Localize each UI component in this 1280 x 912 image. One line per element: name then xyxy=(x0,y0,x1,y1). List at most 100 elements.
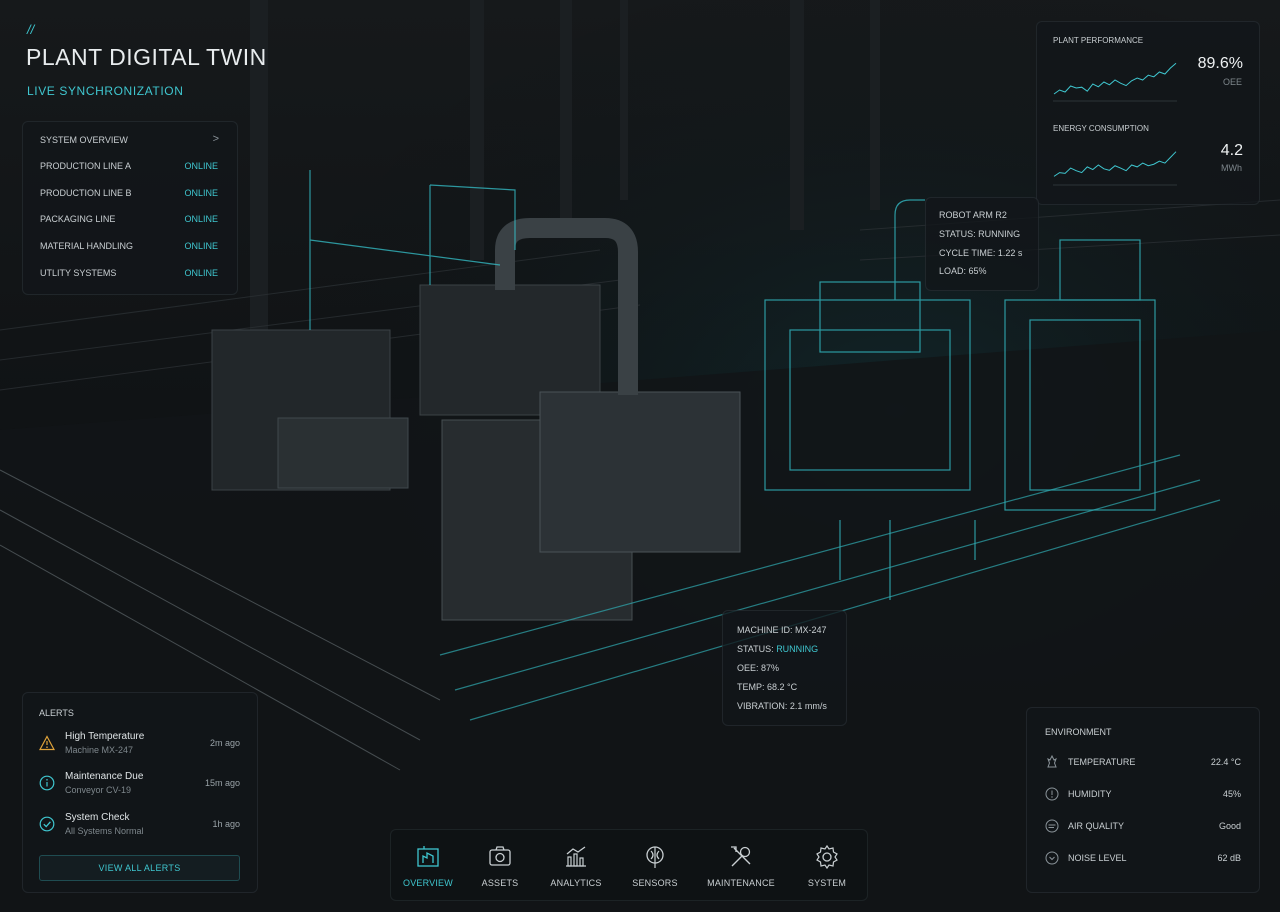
system-item-status: ONLINE xyxy=(184,241,218,251)
system-overview-title: SYSTEM OVERVIEW xyxy=(40,135,128,145)
environment-humidity: HUMIDITY 45% xyxy=(1045,787,1241,803)
alert-time: 15m ago xyxy=(204,778,240,788)
environment-title: ENVIRONMENT xyxy=(1045,727,1112,737)
nav-label: SENSORS xyxy=(632,878,678,888)
sparkline-series xyxy=(1053,62,1177,95)
noise-icon xyxy=(1045,851,1059,865)
system-overview-panel: SYSTEM OVERVIEW > PRODUCTION LINE A ONLI… xyxy=(22,121,238,295)
view-all-alerts-button[interactable]: VIEW ALL ALERTS xyxy=(39,855,240,881)
system-item-production-line-b[interactable]: PRODUCTION LINE B ONLINE xyxy=(40,188,218,198)
alerts-panel: ALERTS High Temperature Machine MX-247 2… xyxy=(22,692,258,893)
machine-status: STATUS: RUNNING xyxy=(737,644,818,654)
alert-item[interactable]: Maintenance Due Conveyor CV-19 15m ago xyxy=(39,771,240,803)
nav-label: MAINTENANCE xyxy=(707,878,775,888)
environment-label: TEMPERATURE xyxy=(1068,757,1136,767)
alert-time: 2m ago xyxy=(209,738,240,748)
nav-label: OVERVIEW xyxy=(403,878,453,888)
environment-value: 45% xyxy=(1222,789,1241,799)
environment-value: Good xyxy=(1218,821,1241,831)
gear-icon xyxy=(816,844,838,870)
system-item-label: MATERIAL HANDLING xyxy=(40,241,134,251)
header-slash: // xyxy=(27,22,35,37)
system-item-label: PRODUCTION LINE A xyxy=(40,161,132,171)
nav-label: ANALYTICS xyxy=(550,878,602,888)
plant-performance-label: PLANT PERFORMANCE xyxy=(1053,36,1144,45)
plant-performance-value: 89.6% xyxy=(1197,55,1243,72)
energy-consumption-unit: MWh xyxy=(1221,163,1242,173)
system-item-packaging-line[interactable]: PACKAGING LINE ONLINE xyxy=(40,214,218,224)
robot-arm-status: STATUS: RUNNING xyxy=(939,229,1021,239)
system-item-material-handling[interactable]: MATERIAL HANDLING ONLINE xyxy=(40,241,218,251)
environment-air-quality: AIR QUALITY Good xyxy=(1045,819,1241,835)
plant-performance-sparkline xyxy=(1053,62,1177,102)
environment-value: 22.4 °C xyxy=(1210,757,1241,767)
environment-value: 62 dB xyxy=(1217,853,1241,863)
plant-performance-panel: PLANT PERFORMANCE 89.6% OEE ENERGY CONSU… xyxy=(1036,21,1260,205)
nav-label: SYSTEM xyxy=(807,878,847,888)
alert-title: High Temperature xyxy=(65,731,145,742)
bottom-navigation: OVERVIEW ASSETS ANALYTICS SENSORS MAINTE… xyxy=(390,829,868,901)
thermometer-icon xyxy=(1047,755,1057,768)
energy-consumption-sparkline xyxy=(1053,151,1177,186)
check-circle-icon xyxy=(39,816,55,832)
humidity-icon xyxy=(1045,787,1059,801)
nav-maintenance[interactable]: MAINTENANCE xyxy=(704,844,778,894)
alerts-title: ALERTS xyxy=(39,708,74,718)
chevron-right-icon[interactable]: > xyxy=(213,133,219,145)
robot-arm-load: LOAD: 65% xyxy=(939,266,987,276)
info-icon xyxy=(39,775,55,791)
alert-title: Maintenance Due xyxy=(65,771,144,782)
energy-consumption-value: 4.2 xyxy=(1220,142,1243,159)
environment-temperature: TEMPERATURE 22.4 °C xyxy=(1045,755,1241,771)
nav-system[interactable]: SYSTEM xyxy=(790,844,864,894)
environment-noise-level: NOISE LEVEL 62 dB xyxy=(1045,851,1241,867)
alert-subtitle: Machine MX-247 xyxy=(65,745,134,755)
machine-temp: TEMP: 68.2 °C xyxy=(737,682,798,692)
analytics-icon xyxy=(566,846,586,867)
plant-performance-unit: OEE xyxy=(1222,77,1242,87)
alert-subtitle: All Systems Normal xyxy=(65,826,144,836)
sensor-icon xyxy=(646,846,664,868)
nav-overview[interactable]: OVERVIEW xyxy=(391,844,465,894)
warning-icon xyxy=(39,735,55,751)
air-quality-icon xyxy=(1045,819,1059,833)
system-item-utility-systems[interactable]: UTLITY SYSTEMS ONLINE xyxy=(40,268,218,278)
system-item-production-line-a[interactable]: PRODUCTION LINE A ONLINE xyxy=(40,161,218,171)
system-item-status: ONLINE xyxy=(184,188,218,198)
alert-time: 1h ago xyxy=(212,819,240,829)
machine-status-label: STATUS: xyxy=(737,644,774,654)
alert-subtitle: Conveyor CV-19 xyxy=(65,785,132,795)
nav-sensors[interactable]: SENSORS xyxy=(618,844,692,894)
nav-analytics[interactable]: ANALYTICS xyxy=(539,844,613,894)
environment-label: AIR QUALITY xyxy=(1068,821,1125,831)
sparkline-series xyxy=(1053,151,1177,177)
robot-arm-title: ROBOT ARM R2 xyxy=(939,210,1007,220)
robot-arm-cycle-time: CYCLE TIME: 1.22 s xyxy=(939,248,1023,258)
energy-consumption-label: ENERGY CONSUMPTION xyxy=(1053,124,1149,133)
nav-label: ASSETS xyxy=(481,878,519,888)
alert-title: System Check xyxy=(65,812,130,823)
system-item-status: ONLINE xyxy=(184,268,218,278)
factory-icon xyxy=(417,846,439,867)
machine-oee: OEE: 87% xyxy=(737,663,780,673)
environment-label: NOISE LEVEL xyxy=(1068,853,1127,863)
page-title: PLANT DIGITAL TWIN xyxy=(26,44,267,70)
system-item-status: ONLINE xyxy=(184,161,218,171)
wrench-icon xyxy=(731,846,751,867)
machine-callout[interactable]: MACHINE ID: MX-247 STATUS: RUNNING OEE: … xyxy=(722,610,847,726)
assets-icon xyxy=(489,846,511,866)
page-subtitle: LIVE SYNCHRONIZATION xyxy=(27,84,184,98)
system-item-label: PRODUCTION LINE B xyxy=(40,188,132,198)
environment-panel: ENVIRONMENT TEMPERATURE 22.4 °C HUMIDITY… xyxy=(1026,707,1260,893)
system-item-label: PACKAGING LINE xyxy=(40,214,116,224)
alert-item[interactable]: High Temperature Machine MX-247 2m ago xyxy=(39,731,240,763)
machine-vibration: VIBRATION: 2.1 mm/s xyxy=(737,701,827,711)
environment-label: HUMIDITY xyxy=(1068,789,1112,799)
machine-status-value: RUNNING xyxy=(776,644,819,654)
nav-assets[interactable]: ASSETS xyxy=(463,844,537,894)
system-item-status: ONLINE xyxy=(184,214,218,224)
robot-arm-callout[interactable]: ROBOT ARM R2 STATUS: RUNNING CYCLE TIME:… xyxy=(925,197,1039,291)
alert-item[interactable]: System Check All Systems Normal 1h ago xyxy=(39,812,240,844)
system-item-label: UTLITY SYSTEMS xyxy=(40,268,117,278)
machine-id: MACHINE ID: MX-247 xyxy=(737,625,827,635)
